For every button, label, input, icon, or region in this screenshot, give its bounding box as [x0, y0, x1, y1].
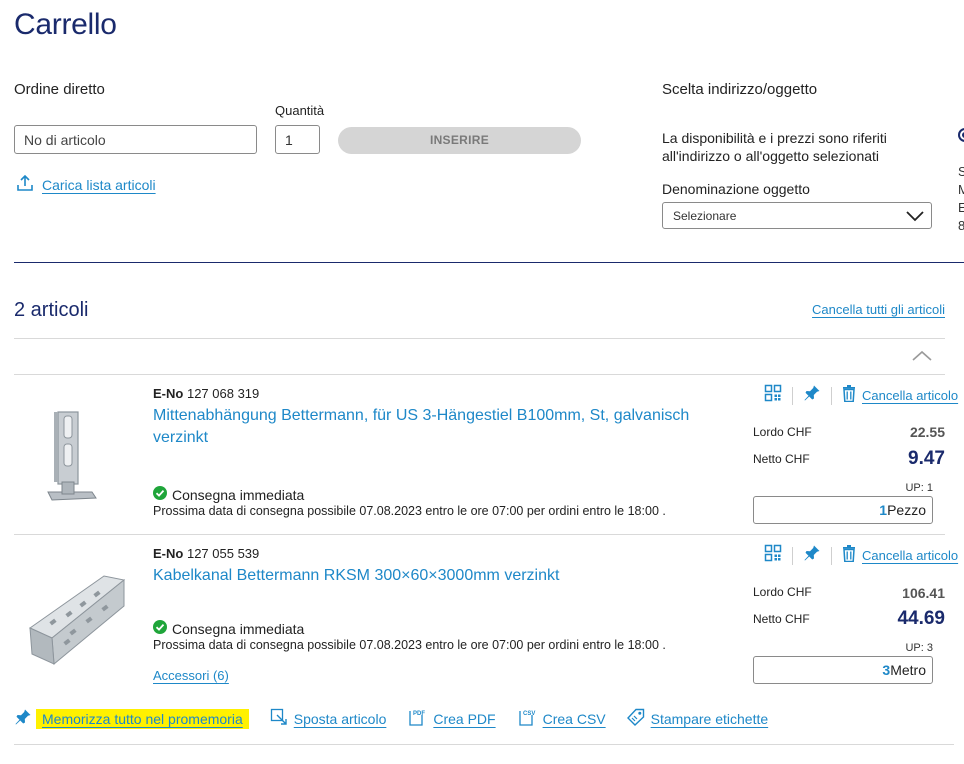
net-price-value: 9.47 — [908, 448, 945, 469]
eno-value: 127 068 319 — [186, 386, 260, 401]
product-title-link[interactable]: Mittenabhängung Bettermann, für US 3-Hän… — [153, 405, 713, 449]
product-title-line1[interactable]: Mittenabhängung Bettermann, für US 3-Hän… — [153, 405, 713, 427]
section-divider — [14, 262, 964, 263]
quantity-input[interactable]: 1 — [275, 125, 320, 154]
divider — [14, 374, 945, 375]
upload-list-label[interactable]: Carica lista articoli — [42, 177, 156, 193]
pin-icon[interactable] — [803, 384, 821, 407]
pdf-badge: PDF — [413, 711, 425, 717]
availability-info-line2: all'indirizzo o all'oggetto selezionati — [662, 148, 880, 164]
quantity-field[interactable]: 1Pezzo — [753, 496, 933, 524]
cancel-article-label[interactable]: Cancella articolo — [862, 548, 958, 563]
quantity-value: 1 — [879, 502, 888, 518]
gross-price-label: Lordo CHF — [753, 425, 812, 439]
create-pdf-label[interactable]: Crea PDF — [433, 711, 495, 727]
radio-icon[interactable] — [957, 127, 964, 148]
upload-icon — [16, 174, 34, 195]
packing-unit: UP: 1 — [905, 482, 933, 494]
object-select-value: Selezionare — [673, 209, 737, 223]
pin-icon[interactable] — [803, 544, 821, 567]
move-article-label[interactable]: Sposta articolo — [294, 711, 387, 727]
memorize-all-label[interactable]: Memorizza tutto nel promemoria — [36, 708, 249, 729]
direct-order-label: Ordine diretto — [14, 81, 105, 98]
eno-label: E-No — [153, 386, 184, 401]
quantity-field[interactable]: 3Metro — [753, 656, 933, 684]
separator — [831, 546, 832, 565]
delivery-date-text: Prossima data di consegna possibile 07.0… — [153, 638, 666, 652]
insert-button[interactable]: INSERIRE — [338, 127, 581, 154]
gross-price-label: Lordo CHF — [753, 585, 812, 599]
quantity-label: Quantità — [275, 103, 325, 118]
net-price-value: 44.69 — [897, 608, 945, 629]
page-title: Carrello — [14, 8, 117, 41]
availability-info: La disponibilità e i prezzi sono riferit… — [662, 129, 922, 165]
gross-price-value: 106.41 — [902, 585, 945, 601]
product-title-link[interactable]: Kabelkanal Bettermann RKSM 300×60×3000mm… — [153, 565, 713, 587]
eno-label: E-No — [153, 546, 184, 561]
product-image-cable-tray[interactable] — [26, 572, 126, 673]
pin-icon — [14, 708, 32, 729]
check-circle-icon — [153, 486, 167, 503]
quantity-unit: Metro — [890, 662, 926, 678]
divider — [14, 744, 954, 745]
article-number-input[interactable]: No di articolo — [14, 125, 257, 154]
print-labels-label[interactable]: Stampare etichette — [651, 711, 769, 727]
memorize-all-button[interactable]: Memorizza tutto nel promemoria — [14, 708, 249, 729]
availability-info-line1: La disponibilità e i prezzi sono riferit… — [662, 130, 887, 146]
cancel-article-label[interactable]: Cancella articolo — [862, 388, 958, 403]
bottom-actions: Memorizza tutto nel promemoria Sposta ar… — [14, 708, 789, 729]
create-pdf-button[interactable]: PDF Crea PDF — [407, 708, 496, 729]
item-actions: Cancella articolo — [764, 544, 958, 567]
eno-value: 127 055 539 — [186, 546, 260, 561]
address-label: Scelta indirizzo/oggetto — [662, 81, 818, 98]
net-price-label: Netto CHF — [753, 452, 810, 466]
article-number: E-No 127 055 539 — [153, 546, 259, 561]
address-cut-4: 8 — [958, 218, 964, 233]
address-cut-2: M — [958, 182, 964, 197]
clear-all-link[interactable]: Cancella tutti gli articoli — [812, 302, 945, 317]
qr-code-icon[interactable] — [764, 544, 782, 567]
object-select[interactable]: Selezionare — [662, 202, 932, 229]
separator — [831, 386, 832, 405]
delivery-status-label: Consegna immediata — [172, 620, 305, 637]
quantity-unit: Pezzo — [887, 502, 926, 518]
article-number: E-No 127 068 319 — [153, 386, 259, 401]
move-icon — [270, 708, 288, 729]
trash-icon — [842, 384, 856, 407]
csv-icon: CSV — [517, 708, 537, 729]
qr-code-icon[interactable] — [764, 384, 782, 407]
gross-price-value: 22.55 — [909, 424, 945, 440]
cancel-article-button[interactable]: Cancella articolo — [842, 384, 958, 407]
accessories-link[interactable]: Accessori (6) — [153, 668, 229, 683]
delivery-date-text: Prossima data di consegna possibile 07.0… — [153, 504, 666, 518]
cancel-article-button[interactable]: Cancella articolo — [842, 544, 958, 567]
product-title-line2[interactable]: verzinkt — [153, 427, 713, 449]
net-price-label: Netto CHF — [753, 612, 810, 626]
create-csv-button[interactable]: CSV Crea CSV — [517, 708, 606, 729]
divider — [14, 534, 945, 535]
divider — [14, 338, 945, 339]
packing-unit: UP: 3 — [905, 642, 933, 654]
object-name-label: Denominazione oggetto — [662, 181, 810, 197]
print-labels-button[interactable]: Stampare etichette — [626, 708, 769, 729]
tag-icon — [626, 708, 645, 729]
check-circle-icon — [153, 620, 167, 637]
move-article-button[interactable]: Sposta articolo — [270, 708, 387, 729]
address-cut-1: S — [958, 164, 964, 179]
delivery-status: Consegna immediata — [153, 620, 304, 637]
address-cut-3: E — [958, 200, 964, 215]
upload-list-link[interactable]: Carica lista articoli — [16, 174, 156, 195]
trash-icon — [842, 544, 856, 567]
item-actions: Cancella articolo — [764, 384, 958, 407]
separator — [792, 546, 793, 565]
csv-badge: CSV — [523, 711, 535, 717]
delivery-status: Consegna immediata — [153, 486, 304, 503]
product-image-hanger[interactable] — [40, 408, 100, 517]
separator — [792, 386, 793, 405]
chevron-up-icon[interactable] — [910, 349, 934, 368]
pdf-icon: PDF — [407, 708, 427, 729]
article-count: 2 articoli — [14, 299, 89, 321]
delivery-status-label: Consegna immediata — [172, 486, 305, 503]
create-csv-label[interactable]: Crea CSV — [543, 711, 606, 727]
